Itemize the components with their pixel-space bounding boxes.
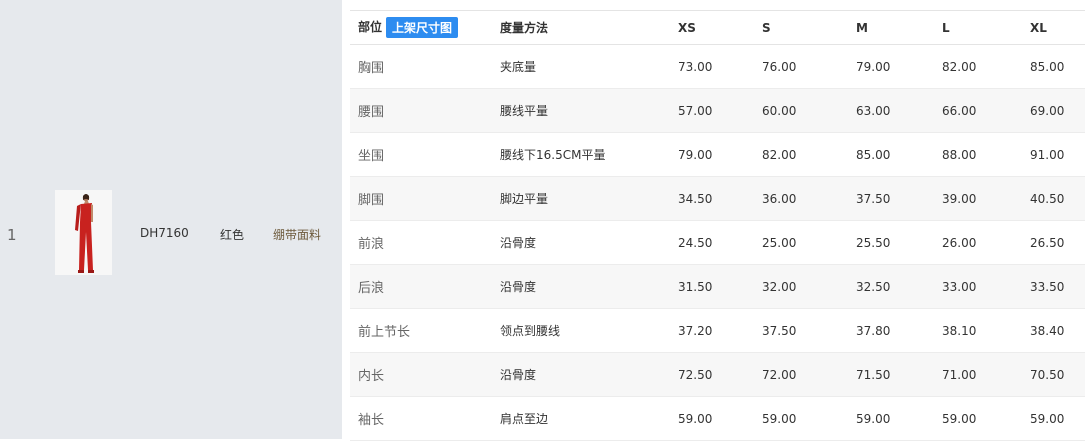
value-cell: 26.00 (942, 235, 977, 250)
part-cell: 前浪 (358, 237, 385, 252)
table-row: 脚围 脚边平量 34.50 36.00 37.50 39.00 40.50 (350, 176, 1085, 221)
method-cell: 腰线平量 (500, 104, 549, 118)
value-cell: 72.50 (678, 367, 713, 382)
product-info-panel: 1 DH7160 红色 绷带面料 (0, 0, 342, 439)
value-cell: 37.50 (762, 323, 797, 338)
value-cell: 38.10 (942, 323, 977, 338)
part-column-header: 部位 上架尺寸图 (350, 10, 492, 45)
value-cell: 37.50 (856, 191, 891, 206)
table-row: 袖长 肩点至边 59.00 59.00 59.00 59.00 59.00 (350, 396, 1085, 441)
value-cell: 73.00 (678, 59, 713, 74)
part-cell: 胸围 (358, 61, 385, 76)
table-row: 前上节长 领点到腰线 37.20 37.50 37.80 38.10 38.40 (350, 308, 1085, 353)
value-cell: 32.00 (762, 279, 797, 294)
table-row: 前浪 沿骨度 24.50 25.00 25.50 26.00 26.50 (350, 220, 1085, 265)
value-cell: 24.50 (678, 235, 713, 250)
value-cell: 88.00 (942, 147, 977, 162)
part-cell: 前上节长 (358, 325, 411, 340)
value-cell: 39.00 (942, 191, 977, 206)
value-cell: 33.50 (1030, 279, 1065, 294)
value-cell: 59.00 (1030, 411, 1065, 426)
value-cell: 60.00 (762, 103, 797, 118)
part-cell: 内长 (358, 369, 385, 384)
value-cell: 32.50 (856, 279, 891, 294)
value-cell: 40.50 (1030, 191, 1065, 206)
value-cell: 85.00 (856, 147, 891, 162)
method-cell: 脚边平量 (500, 192, 549, 206)
value-cell: 26.50 (1030, 235, 1065, 250)
part-cell: 袖长 (358, 413, 385, 428)
value-cell: 79.00 (856, 59, 891, 74)
product-size-row: 1 DH7160 红色 绷带面料 部位 上架尺寸图 度量方法 XS S M L … (0, 0, 1085, 441)
value-cell: 69.00 (1030, 103, 1065, 118)
listing-size-chart-badge[interactable]: 上架尺寸图 (386, 17, 459, 38)
table-row: 腰围 腰线平量 57.00 60.00 63.00 66.00 69.00 (350, 88, 1085, 133)
value-cell: 36.00 (762, 191, 797, 206)
size-xl-header: XL (1022, 10, 1085, 45)
size-xs-header: XS (670, 10, 754, 45)
value-cell: 71.00 (942, 367, 977, 382)
size-s-header: S (754, 10, 848, 45)
product-sku: DH7160 (140, 226, 189, 240)
table-row: 坐围 腰线下16.5CM平量 79.00 82.00 85.00 88.00 9… (350, 132, 1085, 177)
method-cell: 沿骨度 (500, 236, 537, 250)
value-cell: 79.00 (678, 147, 713, 162)
method-cell: 沿骨度 (500, 368, 537, 382)
part-cell: 腰围 (358, 105, 385, 120)
value-cell: 63.00 (856, 103, 891, 118)
value-cell: 59.00 (856, 411, 891, 426)
size-table-header: 部位 上架尺寸图 度量方法 XS S M L XL (350, 10, 1085, 45)
value-cell: 57.00 (678, 103, 713, 118)
method-cell: 肩点至边 (500, 412, 549, 426)
method-column-header: 度量方法 (492, 10, 670, 45)
table-row: 内长 沿骨度 72.50 72.00 71.50 71.00 70.50 (350, 352, 1085, 397)
value-cell: 25.50 (856, 235, 891, 250)
method-cell: 夹底量 (500, 60, 537, 74)
method-cell: 沿骨度 (500, 280, 537, 294)
value-cell: 91.00 (1030, 147, 1065, 162)
value-cell: 38.40 (1030, 323, 1065, 338)
value-cell: 85.00 (1030, 59, 1065, 74)
part-header-label: 部位 (358, 20, 383, 34)
value-cell: 33.00 (942, 279, 977, 294)
size-m-header: M (848, 10, 934, 45)
method-cell: 腰线下16.5CM平量 (500, 148, 606, 162)
value-cell: 37.80 (856, 323, 891, 338)
size-l-header: L (934, 10, 1022, 45)
value-cell: 82.00 (942, 59, 977, 74)
jumpsuit-image (74, 193, 94, 273)
value-cell: 31.50 (678, 279, 713, 294)
size-table: 部位 上架尺寸图 度量方法 XS S M L XL 胸围 夹底量 73.00 76… (350, 10, 1085, 441)
table-row: 胸围 夹底量 73.00 76.00 79.00 82.00 85.00 (350, 44, 1085, 89)
value-cell: 66.00 (942, 103, 977, 118)
product-color: 红色 (220, 228, 245, 242)
value-cell: 72.00 (762, 367, 797, 382)
value-cell: 82.00 (762, 147, 797, 162)
value-cell: 76.00 (762, 59, 797, 74)
part-cell: 脚围 (358, 193, 385, 208)
value-cell: 59.00 (762, 411, 797, 426)
value-cell: 34.50 (678, 191, 713, 206)
part-cell: 坐围 (358, 149, 385, 164)
product-thumbnail[interactable] (55, 190, 112, 275)
part-cell: 后浪 (358, 281, 385, 296)
value-cell: 70.50 (1030, 367, 1065, 382)
value-cell: 59.00 (942, 411, 977, 426)
table-row: 后浪 沿骨度 31.50 32.00 32.50 33.00 33.50 (350, 264, 1085, 309)
value-cell: 25.00 (762, 235, 797, 250)
value-cell: 71.50 (856, 367, 891, 382)
size-chart: 部位 上架尺寸图 度量方法 XS S M L XL 胸围 夹底量 73.00 76… (350, 10, 1085, 441)
method-cell: 领点到腰线 (500, 324, 561, 338)
product-material: 绷带面料 (273, 228, 322, 242)
value-cell: 37.20 (678, 323, 713, 338)
row-index: 1 (7, 226, 17, 244)
value-cell: 59.00 (678, 411, 713, 426)
